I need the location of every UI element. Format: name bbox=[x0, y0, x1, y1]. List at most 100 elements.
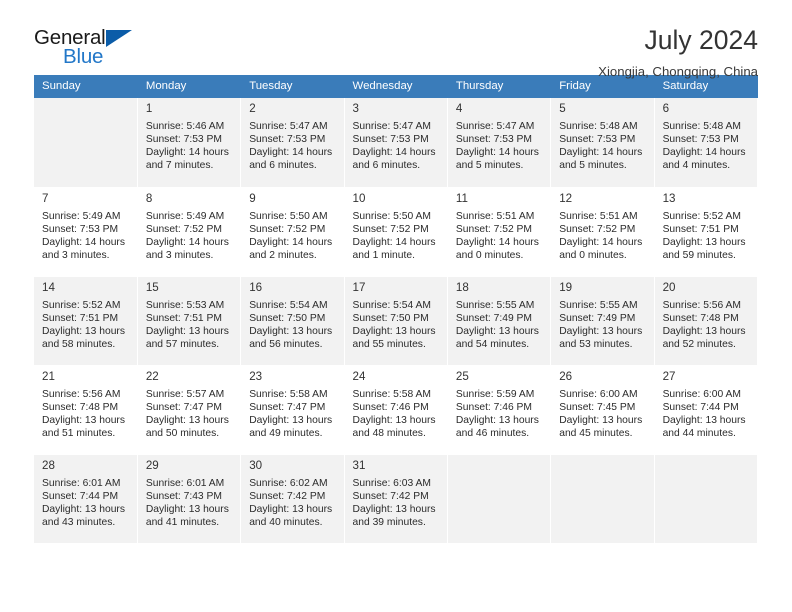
daylight-duration-line-2: and 0 minutes. bbox=[559, 249, 627, 261]
daylight-duration-line-2: and 55 minutes. bbox=[352, 338, 426, 350]
daylight-duration-line-2: and 6 minutes. bbox=[352, 160, 421, 172]
daylight-duration-line-2: and 49 minutes. bbox=[249, 427, 323, 439]
daylight-duration-line-1: Daylight: 14 hours bbox=[559, 147, 643, 159]
calendar-day-cell[interactable]: 11 Sunrise: 5:51 AM Sunset: 7:52 PM Dayligh… bbox=[447, 187, 552, 277]
sunset-time: Sunset: 7:53 PM bbox=[145, 134, 222, 146]
day-cell-content: 8 Sunrise: 5:49 AM Sunset: 7:52 PM Daylight… bbox=[138, 188, 240, 276]
daylight-duration-line-2: and 0 minutes. bbox=[455, 249, 524, 261]
day-number: 31 bbox=[352, 458, 366, 472]
calendar-day-cell[interactable]: 25 Sunrise: 5:59 AM Sunset: 7:46 PM Dayligh… bbox=[447, 365, 552, 455]
calendar-day-cell[interactable]: 9 Sunrise: 5:50 AM Sunset: 7:52 PM Daylight… bbox=[240, 187, 345, 277]
day-cell-content: 26 Sunrise: 6:00 AM Sunset: 7:45 PM Dayligh… bbox=[551, 366, 653, 454]
day-cell-content: 1 Sunrise: 5:46 AM Sunset: 7:53 PM Daylight… bbox=[138, 98, 240, 187]
day-number: 1 bbox=[145, 102, 153, 115]
sunset-time: Sunset: 7:42 PM bbox=[249, 490, 326, 502]
daylight-duration-line-2: and 4 minutes. bbox=[662, 160, 731, 172]
day-cell-content: 17 Sunrise: 5:54 AM Sunset: 7:50 PM Dayligh… bbox=[345, 277, 447, 365]
daylight-duration-line-2: and 51 minutes. bbox=[42, 427, 116, 439]
daylight-duration-line-2: and 39 minutes. bbox=[352, 516, 426, 528]
daylight-duration-line-2: and 3 minutes. bbox=[42, 249, 110, 261]
general-blue-logo[interactable]: General Blue bbox=[34, 26, 154, 72]
calendar-day-cell[interactable]: 29 Sunrise: 6:01 AM Sunset: 7:43 PM Dayligh… bbox=[137, 454, 242, 544]
sunrise-time: Sunrise: 5:56 AM bbox=[662, 299, 741, 311]
calendar-day-cell[interactable]: 14 Sunrise: 5:52 AM Sunset: 7:51 PM Dayligh… bbox=[34, 276, 138, 366]
calendar-day-cell[interactable]: 20 Sunrise: 5:56 AM Sunset: 7:48 PM Dayligh… bbox=[654, 276, 759, 366]
sunrise-time: Sunrise: 5:51 AM bbox=[559, 210, 638, 222]
sunrise-time: Sunrise: 5:54 AM bbox=[352, 299, 431, 311]
sunrise-time: Sunrise: 5:50 AM bbox=[249, 210, 328, 222]
sunset-time: Sunset: 7:49 PM bbox=[455, 312, 533, 324]
daylight-duration-line-1: Daylight: 14 hours bbox=[42, 236, 125, 248]
calendar-day-cell[interactable]: 2 Sunrise: 5:47 AM Sunset: 7:53 PM Daylight… bbox=[240, 98, 345, 188]
day-cell-content: 24 Sunrise: 5:58 AM Sunset: 7:46 PM Dayligh… bbox=[345, 366, 447, 454]
calendar-day-cell[interactable]: 17 Sunrise: 5:54 AM Sunset: 7:50 PM Dayligh… bbox=[344, 276, 448, 366]
calendar-day-cell[interactable]: 8 Sunrise: 5:49 AM Sunset: 7:52 PM Daylight… bbox=[137, 187, 242, 277]
calendar-day-cell[interactable]: 16 Sunrise: 5:54 AM Sunset: 7:50 PM Dayligh… bbox=[240, 276, 345, 366]
calendar-day-cell[interactable]: 1 Sunrise: 5:46 AM Sunset: 7:53 PM Daylight… bbox=[137, 98, 242, 188]
calendar-day-cell[interactable]: 28 Sunrise: 6:01 AM Sunset: 7:44 PM Dayligh… bbox=[34, 454, 138, 544]
day-number: 14 bbox=[42, 280, 55, 294]
day-cell-content: 5 Sunrise: 5:48 AM Sunset: 7:53 PM Daylight… bbox=[551, 98, 653, 187]
weekday-header-tuesday: Tuesday bbox=[240, 75, 345, 98]
day-number: 6 bbox=[662, 102, 670, 115]
daylight-duration-line-2: and 59 minutes. bbox=[662, 249, 736, 261]
sunrise-time: Sunrise: 6:01 AM bbox=[145, 477, 225, 489]
sunrise-time: Sunrise: 5:55 AM bbox=[559, 299, 638, 311]
day-number: 29 bbox=[145, 458, 159, 472]
sunset-time: Sunset: 7:45 PM bbox=[559, 401, 636, 413]
daylight-duration-line-1: Daylight: 13 hours bbox=[352, 325, 436, 337]
page-title: July 2024 bbox=[644, 25, 758, 55]
calendar-day-cell[interactable]: 19 Sunrise: 5:55 AM Sunset: 7:49 PM Dayligh… bbox=[550, 276, 655, 366]
calendar-day-cell[interactable]: 24 Sunrise: 5:58 AM Sunset: 7:46 PM Dayligh… bbox=[344, 365, 448, 455]
calendar-day-cell[interactable]: 10 Sunrise: 5:50 AM Sunset: 7:52 PM Dayligh… bbox=[344, 187, 448, 277]
weekday-header-wednesday: Wednesday bbox=[344, 75, 448, 98]
calendar-day-cell[interactable]: 26 Sunrise: 6:00 AM Sunset: 7:45 PM Dayligh… bbox=[550, 365, 655, 455]
calendar-empty-cell bbox=[34, 98, 138, 188]
calendar-day-cell[interactable]: 22 Sunrise: 5:57 AM Sunset: 7:47 PM Dayligh… bbox=[137, 365, 242, 455]
calendar-day-cell[interactable]: 3 Sunrise: 5:47 AM Sunset: 7:53 PM Daylight… bbox=[344, 98, 448, 188]
sunset-time: Sunset: 7:53 PM bbox=[559, 134, 636, 146]
sunrise-sunset-calendar: Sunday Monday Tuesday Wednesday Thursday… bbox=[34, 75, 759, 544]
calendar-day-cell[interactable]: 21 Sunrise: 5:56 AM Sunset: 7:48 PM Dayligh… bbox=[34, 365, 138, 455]
sunrise-time: Sunrise: 5:58 AM bbox=[249, 388, 328, 400]
daylight-duration-line-1: Daylight: 14 hours bbox=[352, 236, 436, 248]
day-cell-content: 7 Sunrise: 5:49 AM Sunset: 7:53 PM Daylight… bbox=[34, 188, 137, 276]
day-cell-content: 31 Sunrise: 6:03 AM Sunset: 7:42 PM Dayligh… bbox=[345, 455, 447, 543]
calendar-day-cell[interactable]: 5 Sunrise: 5:48 AM Sunset: 7:53 PM Daylight… bbox=[550, 98, 655, 188]
day-number: 10 bbox=[352, 191, 366, 205]
sunset-time: Sunset: 7:44 PM bbox=[42, 490, 119, 502]
calendar-day-cell[interactable]: 4 Sunrise: 5:47 AM Sunset: 7:53 PM Daylight… bbox=[447, 98, 552, 188]
calendar-day-cell[interactable]: 15 Sunrise: 5:53 AM Sunset: 7:51 PM Dayligh… bbox=[137, 276, 242, 366]
daylight-duration-line-1: Daylight: 14 hours bbox=[455, 236, 539, 248]
day-number: 11 bbox=[455, 191, 468, 205]
daylight-duration-line-2: and 45 minutes. bbox=[559, 427, 633, 439]
sunrise-time: Sunrise: 5:50 AM bbox=[352, 210, 431, 222]
day-cell-content: 19 Sunrise: 5:55 AM Sunset: 7:49 PM Dayligh… bbox=[551, 277, 653, 365]
day-cell-content: 16 Sunrise: 5:54 AM Sunset: 7:50 PM Dayligh… bbox=[241, 277, 343, 365]
day-number: 26 bbox=[559, 369, 573, 383]
sunset-time: Sunset: 7:50 PM bbox=[352, 312, 429, 324]
sunrise-time: Sunrise: 5:52 AM bbox=[42, 299, 121, 311]
calendar-day-cell[interactable]: 13 Sunrise: 5:52 AM Sunset: 7:51 PM Dayligh… bbox=[654, 187, 759, 277]
sunset-time: Sunset: 7:42 PM bbox=[352, 490, 429, 502]
calendar-day-cell[interactable]: 27 Sunrise: 6:00 AM Sunset: 7:44 PM Dayligh… bbox=[654, 365, 759, 455]
calendar-day-cell[interactable]: 30 Sunrise: 6:02 AM Sunset: 7:42 PM Dayligh… bbox=[240, 454, 345, 544]
daylight-duration-line-2: and 52 minutes. bbox=[662, 338, 736, 350]
daylight-duration-line-1: Daylight: 13 hours bbox=[352, 503, 436, 515]
day-cell-content bbox=[655, 455, 757, 543]
weekday-header-monday: Monday bbox=[137, 75, 242, 98]
calendar-day-cell[interactable]: 6 Sunrise: 5:48 AM Sunset: 7:53 PM Daylight… bbox=[654, 98, 759, 188]
calendar-day-cell[interactable]: 12 Sunrise: 5:51 AM Sunset: 7:52 PM Dayligh… bbox=[550, 187, 655, 277]
calendar-week-row: 1 Sunrise: 5:46 AM Sunset: 7:53 PM Daylight… bbox=[34, 98, 759, 188]
weekday-header-sunday: Sunday bbox=[34, 75, 138, 98]
day-number: 27 bbox=[662, 369, 676, 383]
sunset-time: Sunset: 7:51 PM bbox=[145, 312, 222, 324]
sunset-time: Sunset: 7:48 PM bbox=[662, 312, 739, 324]
sunrise-time: Sunrise: 5:54 AM bbox=[249, 299, 328, 311]
daylight-duration-line-2: and 5 minutes. bbox=[559, 160, 627, 172]
calendar-day-cell[interactable]: 7 Sunrise: 5:49 AM Sunset: 7:53 PM Daylight… bbox=[34, 187, 138, 277]
calendar-day-cell[interactable]: 31 Sunrise: 6:03 AM Sunset: 7:42 PM Dayligh… bbox=[344, 454, 448, 544]
calendar-day-cell[interactable]: 23 Sunrise: 5:58 AM Sunset: 7:47 PM Dayligh… bbox=[240, 365, 345, 455]
daylight-duration-line-1: Daylight: 14 hours bbox=[352, 147, 436, 159]
calendar-day-cell[interactable]: 18 Sunrise: 5:55 AM Sunset: 7:49 PM Dayligh… bbox=[447, 276, 552, 366]
